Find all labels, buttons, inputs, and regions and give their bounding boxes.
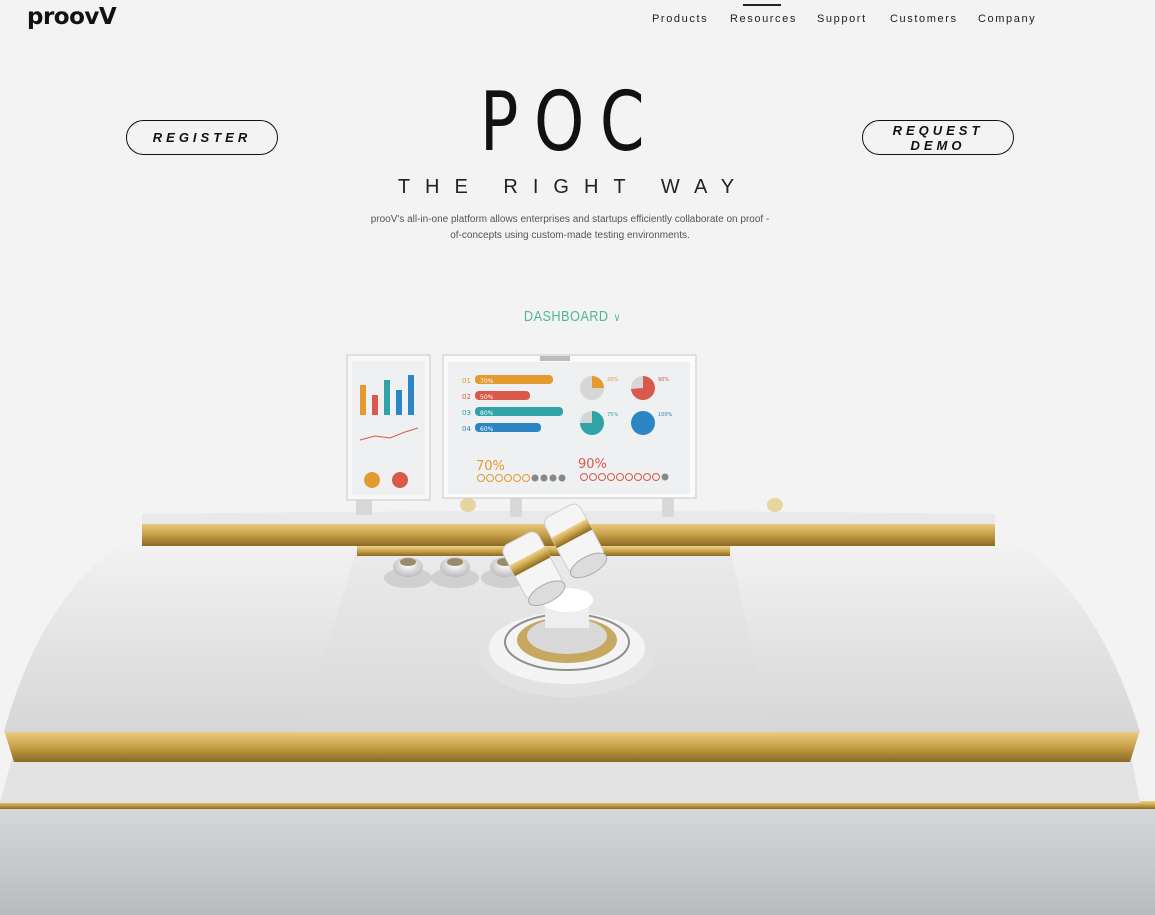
bar-value-03: 80% xyxy=(480,410,494,417)
console-base xyxy=(0,805,1155,915)
monitor-screen: 01 70% 02 50% 03 80% 04 60% 20% 90% 75% … xyxy=(442,354,697,517)
bar-value-02: 50% xyxy=(480,394,494,401)
bar-label-04: 04 xyxy=(462,425,471,433)
pie-label-3: 75% xyxy=(607,412,618,418)
pie-label-2: 90% xyxy=(658,377,669,383)
stat-left: 70% xyxy=(476,459,505,474)
bar-label-03: 03 xyxy=(462,409,471,417)
pie-label-1: 20% xyxy=(607,377,618,383)
dashboard-illustration: 01 70% 02 50% 03 80% 04 60% 20% 90% 75% … xyxy=(0,354,1155,915)
bar-value-01: 70% xyxy=(480,378,494,385)
bar-value-04: 60% xyxy=(480,426,494,433)
bar-label-02: 02 xyxy=(462,393,471,401)
pie-label-4: 100% xyxy=(658,412,673,418)
stat-right: 90% xyxy=(578,457,607,472)
ledge-gold-trim xyxy=(4,730,1140,762)
bar-label-01: 01 xyxy=(462,377,471,385)
tablet-screen xyxy=(346,354,431,515)
